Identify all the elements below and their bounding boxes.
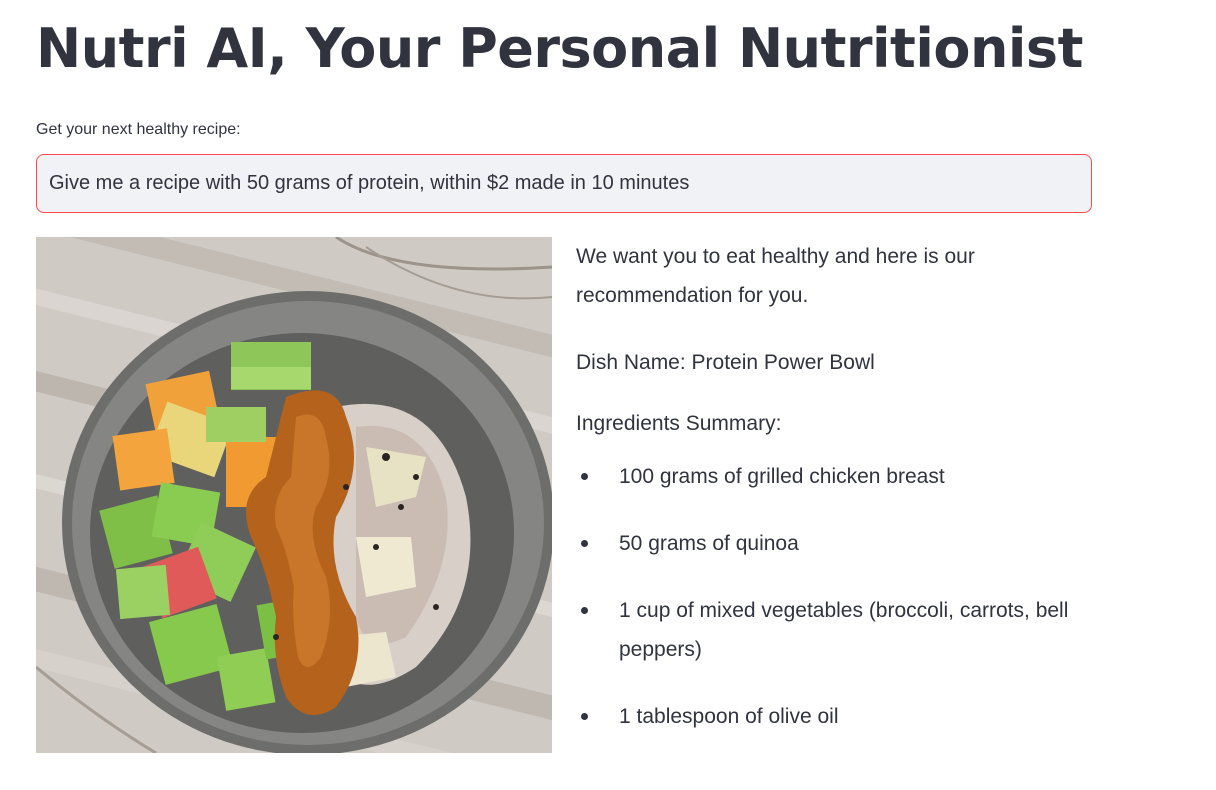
ingredient-text: 100 grams of grilled chicken breast	[619, 465, 945, 488]
ingredient-text: 1 tablespoon of olive oil	[619, 705, 839, 728]
bullet-icon	[581, 540, 588, 547]
list-item: 1 cup of mixed vegetables (broccoli, car…	[576, 591, 1076, 669]
recipe-input-label: Get your next healthy recipe:	[36, 121, 241, 138]
recommendation-panel: We want you to eat healthy and here is o…	[576, 237, 1076, 764]
bullet-icon	[581, 473, 588, 480]
recipe-prompt-input[interactable]	[36, 154, 1092, 213]
list-item: 100 grams of grilled chicken breast	[576, 457, 1076, 496]
bullet-icon	[581, 607, 588, 614]
app-page: Nutri AI, Your Personal Nutritionist Get…	[0, 0, 1216, 790]
list-item: 50 grams of quinoa	[576, 524, 1076, 563]
dish-image	[36, 237, 552, 753]
list-item: 1 tablespoon of olive oil	[576, 697, 1076, 736]
recommendation-intro: We want you to eat healthy and here is o…	[576, 245, 975, 307]
ingredient-text: 1 cup of mixed vegetables (broccoli, car…	[619, 599, 1069, 661]
dish-name: Dish Name: Protein Power Bowl	[576, 351, 875, 374]
ingredients-list: 100 grams of grilled chicken breast 50 g…	[576, 457, 1076, 736]
ingredient-text: 50 grams of quinoa	[619, 532, 799, 555]
ingredients-summary-label: Ingredients Summary:	[576, 412, 782, 435]
bullet-icon	[581, 713, 588, 720]
page-title: Nutri AI, Your Personal Nutritionist	[36, 17, 1083, 80]
